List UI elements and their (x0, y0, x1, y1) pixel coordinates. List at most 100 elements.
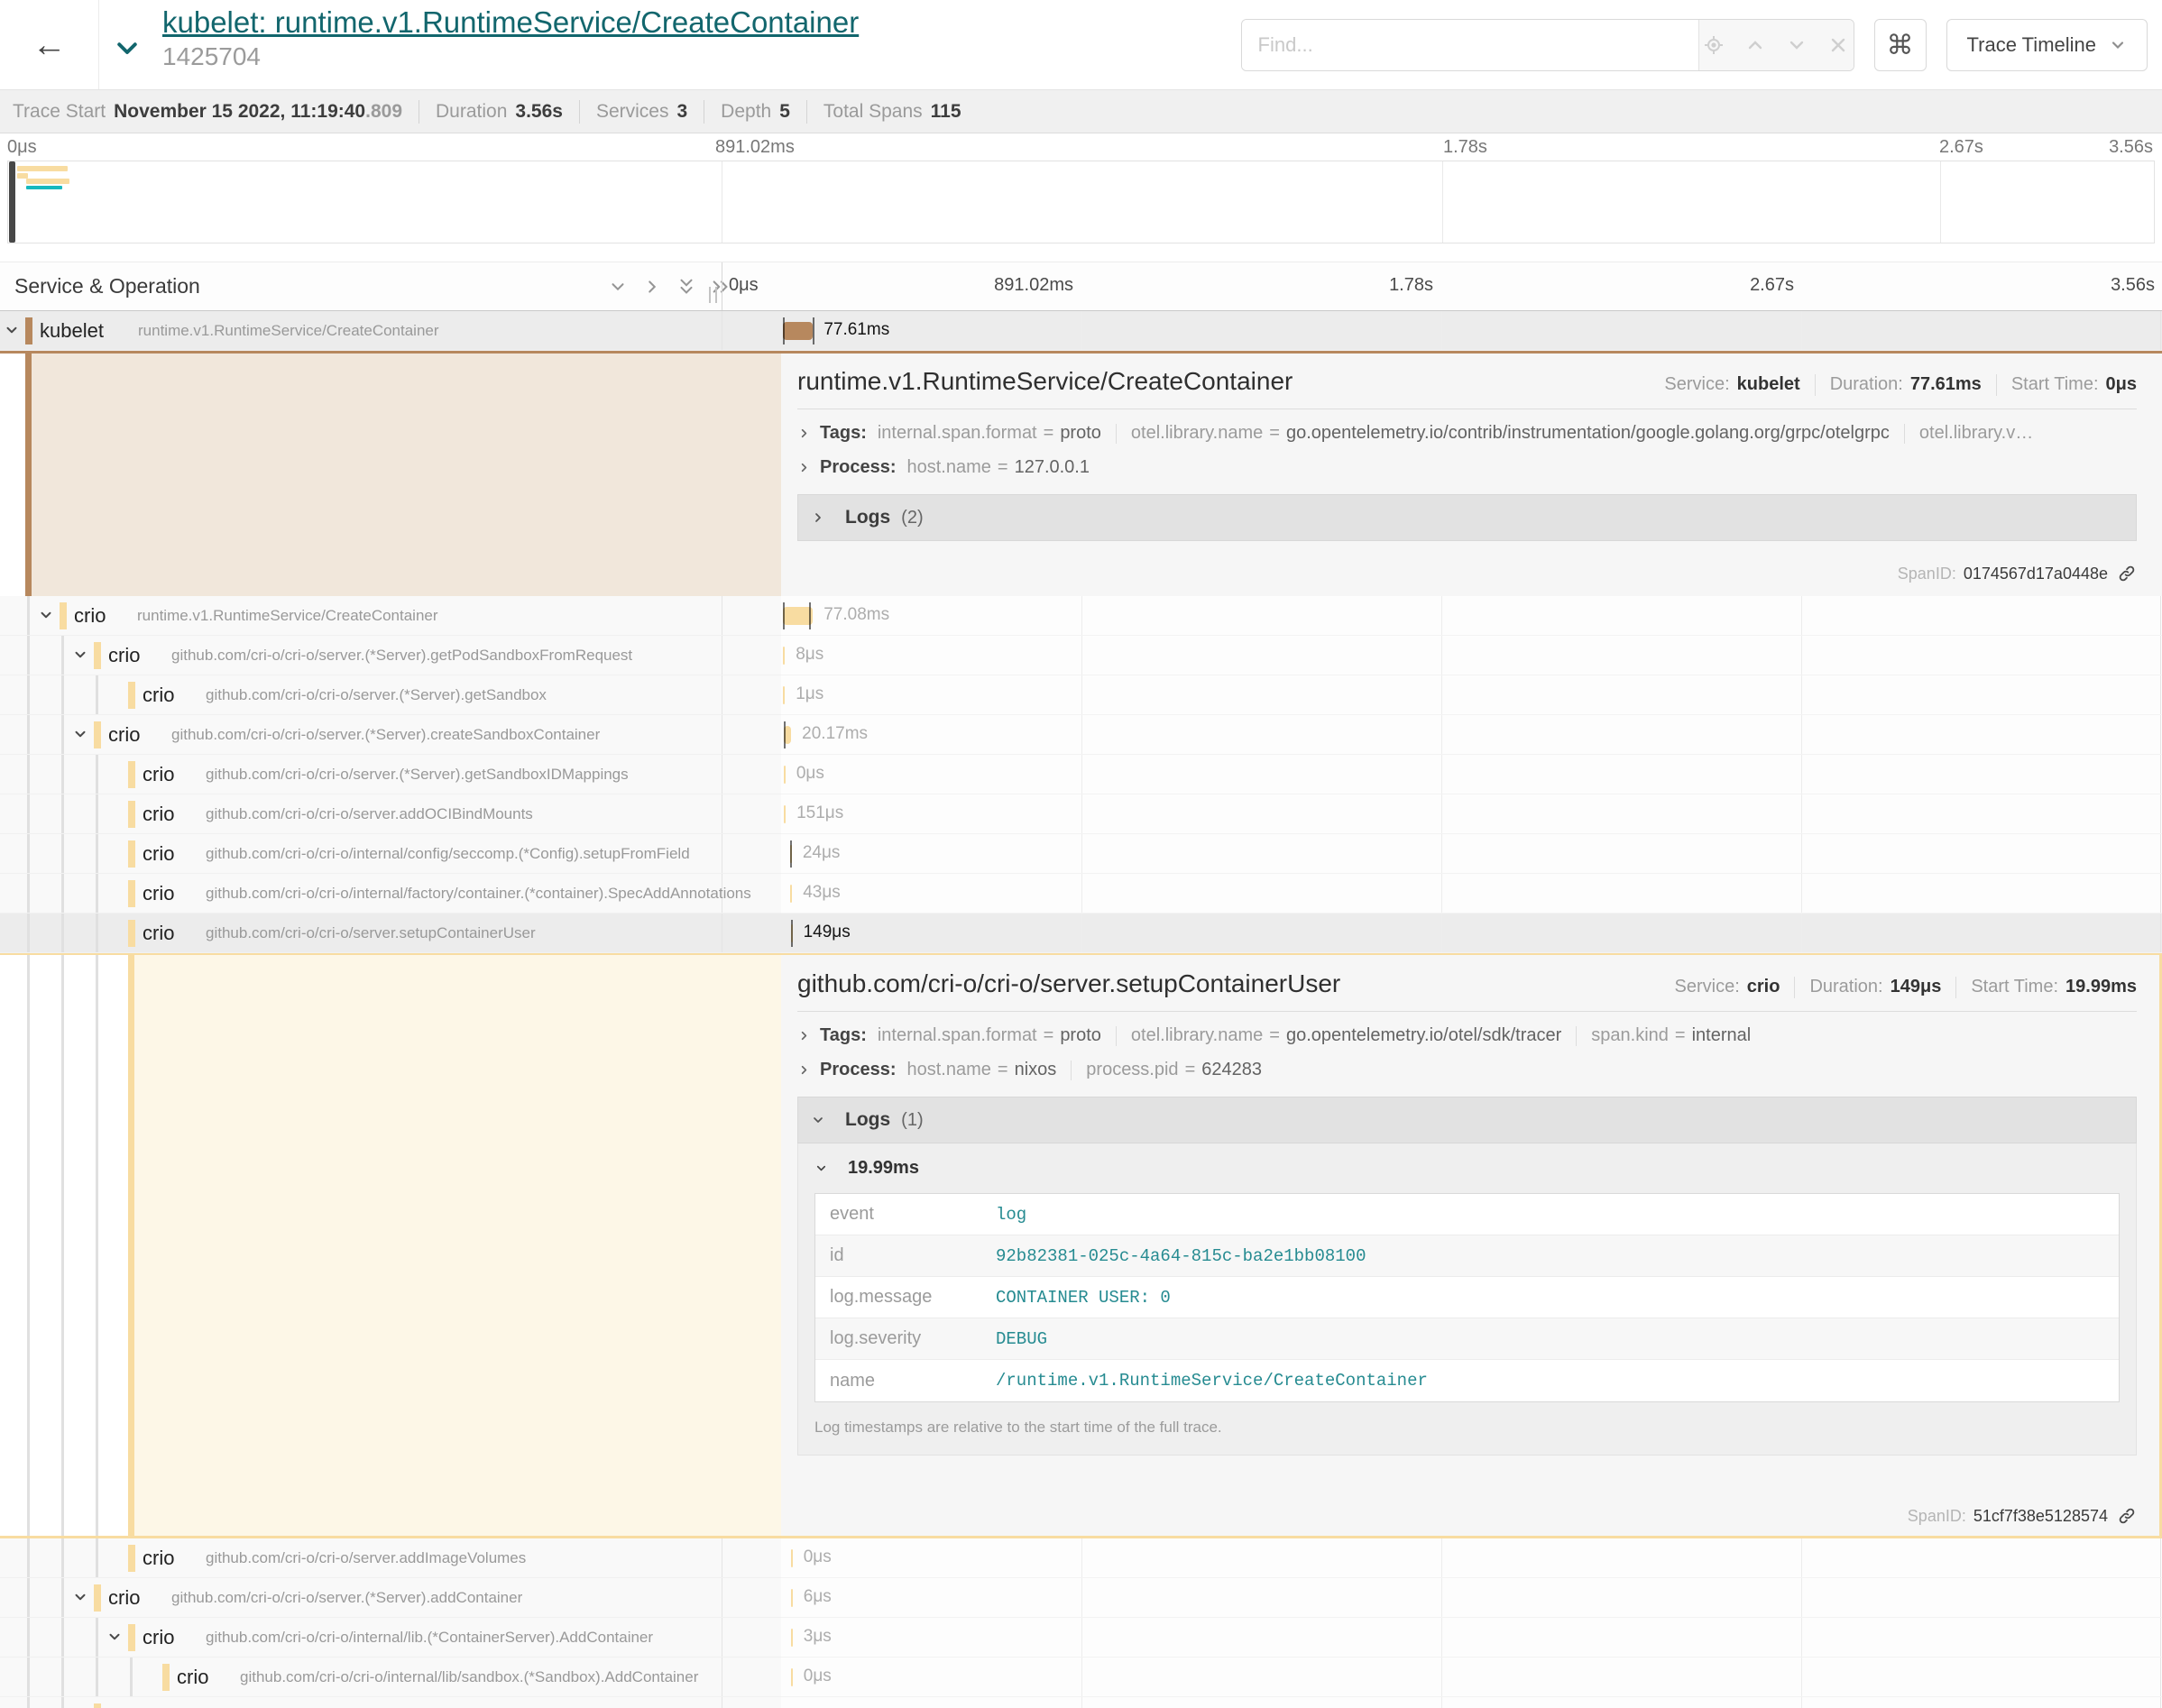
tag-divider (1904, 424, 1905, 444)
span-timeline-cell[interactable]: 8μs (781, 636, 2162, 675)
span-duration-label: 77.61ms (823, 320, 889, 340)
span-row[interactable]: crio github.com/cri-o/cri-o/server.(*Ser… (0, 1578, 2162, 1618)
log-marker-tick (790, 840, 792, 868)
span-timeline-cell[interactable]: 77.61ms (781, 311, 2162, 351)
span-name-cell[interactable]: crio runtime.v1.RuntimeService/CreateCon… (0, 596, 781, 636)
logs-toggle[interactable]: Logs(2) (797, 494, 2137, 541)
operation-name: github.com/cri-o/cri-o/internal/config/s… (206, 845, 690, 863)
span-timeline-cell[interactable]: 0μs (781, 1538, 2162, 1578)
service-color-bar (94, 642, 101, 669)
span-timeline-cell[interactable]: 149μs (781, 914, 2162, 953)
kv-pair: host.name=nixos (907, 1060, 1057, 1080)
span-name-cell[interactable]: crio github.com/cri-o/cri-o/server.(*Ser… (0, 636, 781, 675)
log-field-value: 92b82381-025c-4a64-815c-ba2e1bb08100 (996, 1246, 1366, 1266)
span-detail-row: github.com/cri-o/cri-o/server.setupConta… (0, 953, 2162, 1538)
deep-link-icon[interactable] (2117, 564, 2137, 583)
span-row[interactable]: crio github.com/cri-o/cri-o/server.addOC… (0, 794, 2162, 834)
span-timeline-cell[interactable]: 24μs (781, 834, 2162, 874)
span-duration-bar[interactable] (791, 1629, 793, 1647)
service-color-bar (128, 840, 135, 868)
span-row[interactable]: crio github.com/cri-o/cri-o/server.(*Ser… (0, 1697, 2162, 1708)
span-name-cell[interactable]: crio github.com/cri-o/cri-o/internal/con… (0, 834, 781, 874)
span-name-cell[interactable]: crio github.com/cri-o/cri-o/server.(*Ser… (0, 675, 781, 715)
tree-guide-line (61, 755, 64, 794)
tags-row[interactable]: Tags:internal.span.format=protootel.libr… (797, 1025, 2137, 1046)
span-row[interactable]: crio github.com/cri-o/cri-o/internal/lib… (0, 1657, 2162, 1697)
span-duration-bar[interactable] (790, 885, 792, 903)
span-duration-bar[interactable] (784, 766, 786, 784)
span-name-cell[interactable]: crio github.com/cri-o/cri-o/server.addOC… (0, 794, 781, 834)
tree-guide-line (96, 834, 98, 873)
span-name-cell[interactable]: kubelet runtime.v1.RuntimeService/Create… (0, 311, 781, 351)
span-duration-bar[interactable] (783, 647, 785, 665)
span-rows: kubelet runtime.v1.RuntimeService/Create… (0, 0, 2162, 1708)
span-name-cell[interactable]: crio github.com/cri-o/cri-o/server.(*Ser… (0, 755, 781, 794)
span-id-value: 0174567d17a0448e (1964, 565, 2108, 583)
span-name-cell[interactable]: crio github.com/cri-o/cri-o/internal/lib… (0, 1618, 781, 1657)
span-row[interactable]: crio github.com/cri-o/cri-o/internal/con… (0, 834, 2162, 874)
span-row[interactable]: crio github.com/cri-o/cri-o/server.setup… (0, 914, 2162, 953)
span-row[interactable]: crio github.com/cri-o/cri-o/server.(*Ser… (0, 636, 2162, 675)
span-row[interactable]: crio github.com/cri-o/cri-o/server.addIm… (0, 1538, 2162, 1578)
span-timeline-cell[interactable]: 20.17ms (781, 715, 2162, 755)
service-color-bar (128, 920, 135, 947)
log-field-value: DEBUG (996, 1329, 1047, 1349)
row-chevron-down-icon[interactable] (38, 607, 54, 628)
logs-toggle[interactable]: Logs(1) (797, 1097, 2137, 1143)
process-row[interactable]: Process:host.name=127.0.0.1 (797, 457, 2137, 478)
span-duration-bar[interactable] (783, 322, 813, 340)
span-timeline-cell[interactable]: 0μs (781, 1657, 2162, 1697)
span-timeline-cell[interactable]: 1μs (781, 675, 2162, 715)
tags-row[interactable]: Tags:internal.span.format=protootel.libr… (797, 423, 2137, 444)
span-name-cell[interactable]: crio github.com/cri-o/cri-o/internal/lib… (0, 1657, 781, 1697)
span-name-cell[interactable]: crio github.com/cri-o/cri-o/internal/fac… (0, 874, 781, 914)
span-row[interactable]: crio github.com/cri-o/cri-o/internal/fac… (0, 874, 2162, 914)
span-timeline-cell[interactable]: 6μs (781, 1578, 2162, 1618)
span-id-value: 51cf7f38e5128574 (1973, 1507, 2108, 1526)
span-row[interactable]: crio github.com/cri-o/cri-o/server.(*Ser… (0, 715, 2162, 755)
span-timeline-cell[interactable]: 77.08ms (781, 596, 2162, 636)
span-timeline-cell[interactable]: 43μs (781, 874, 2162, 914)
log-field-value: log (996, 1205, 1026, 1225)
span-duration-bar[interactable] (791, 1589, 793, 1607)
span-timeline-cell[interactable]: 0μs (781, 1697, 2162, 1708)
span-row[interactable]: crio github.com/cri-o/cri-o/server.(*Ser… (0, 755, 2162, 794)
row-chevron-down-icon[interactable] (106, 1629, 123, 1649)
span-timeline-cell[interactable]: 151μs (781, 794, 2162, 834)
span-duration-bar[interactable] (791, 1668, 793, 1686)
span-name-cell[interactable]: crio github.com/cri-o/cri-o/server.setup… (0, 914, 781, 953)
log-field-key: name (815, 1371, 996, 1391)
row-chevron-down-icon[interactable] (72, 1589, 88, 1610)
span-row[interactable]: kubelet runtime.v1.RuntimeService/Create… (0, 311, 2162, 351)
row-chevron-down-icon[interactable] (72, 647, 88, 667)
span-name-cell[interactable]: crio github.com/cri-o/cri-o/server.(*Ser… (0, 1697, 781, 1708)
detail-meta: Service:kubelet Duration:77.61ms Start T… (1664, 374, 2137, 396)
detail-left-gutter (0, 953, 781, 1538)
logs-note: Log timestamps are relative to the start… (814, 1419, 2120, 1437)
service-name: crio (108, 723, 140, 747)
span-id-row: SpanID: 51cf7f38e5128574 (1908, 1506, 2137, 1526)
tag-divider (1071, 1061, 1072, 1080)
span-row[interactable]: crio runtime.v1.RuntimeService/CreateCon… (0, 596, 2162, 636)
span-name-cell[interactable]: crio github.com/cri-o/cri-o/server.(*Ser… (0, 715, 781, 755)
log-field-row: name /runtime.v1.RuntimeService/CreateCo… (815, 1360, 2119, 1401)
span-row[interactable]: crio github.com/cri-o/cri-o/server.(*Ser… (0, 675, 2162, 715)
span-duration-bar[interactable] (784, 805, 786, 823)
span-timeline-cell[interactable]: 0μs (781, 755, 2162, 794)
span-duration-label: 0μs (804, 1667, 832, 1686)
span-name-cell[interactable]: crio github.com/cri-o/cri-o/server.addIm… (0, 1538, 781, 1578)
service-name: kubelet (40, 319, 104, 343)
process-row[interactable]: Process:host.name=nixosprocess.pid=62428… (797, 1060, 2137, 1080)
operation-name: github.com/cri-o/cri-o/internal/lib.(*Co… (206, 1629, 653, 1647)
deep-link-icon[interactable] (2117, 1506, 2137, 1526)
span-name-cell[interactable]: crio github.com/cri-o/cri-o/server.(*Ser… (0, 1578, 781, 1618)
row-chevron-down-icon[interactable] (4, 322, 20, 343)
span-duration-bar[interactable] (783, 686, 785, 704)
row-chevron-down-icon[interactable] (72, 726, 88, 747)
span-duration-bar[interactable] (791, 1549, 793, 1567)
log-entry-toggle[interactable]: 19.99ms (814, 1158, 2120, 1179)
span-row[interactable]: crio github.com/cri-o/cri-o/internal/lib… (0, 1618, 2162, 1657)
span-duration-label: 43μs (803, 883, 841, 903)
span-timeline-cell[interactable]: 3μs (781, 1618, 2162, 1657)
tree-guide-line (27, 914, 30, 952)
